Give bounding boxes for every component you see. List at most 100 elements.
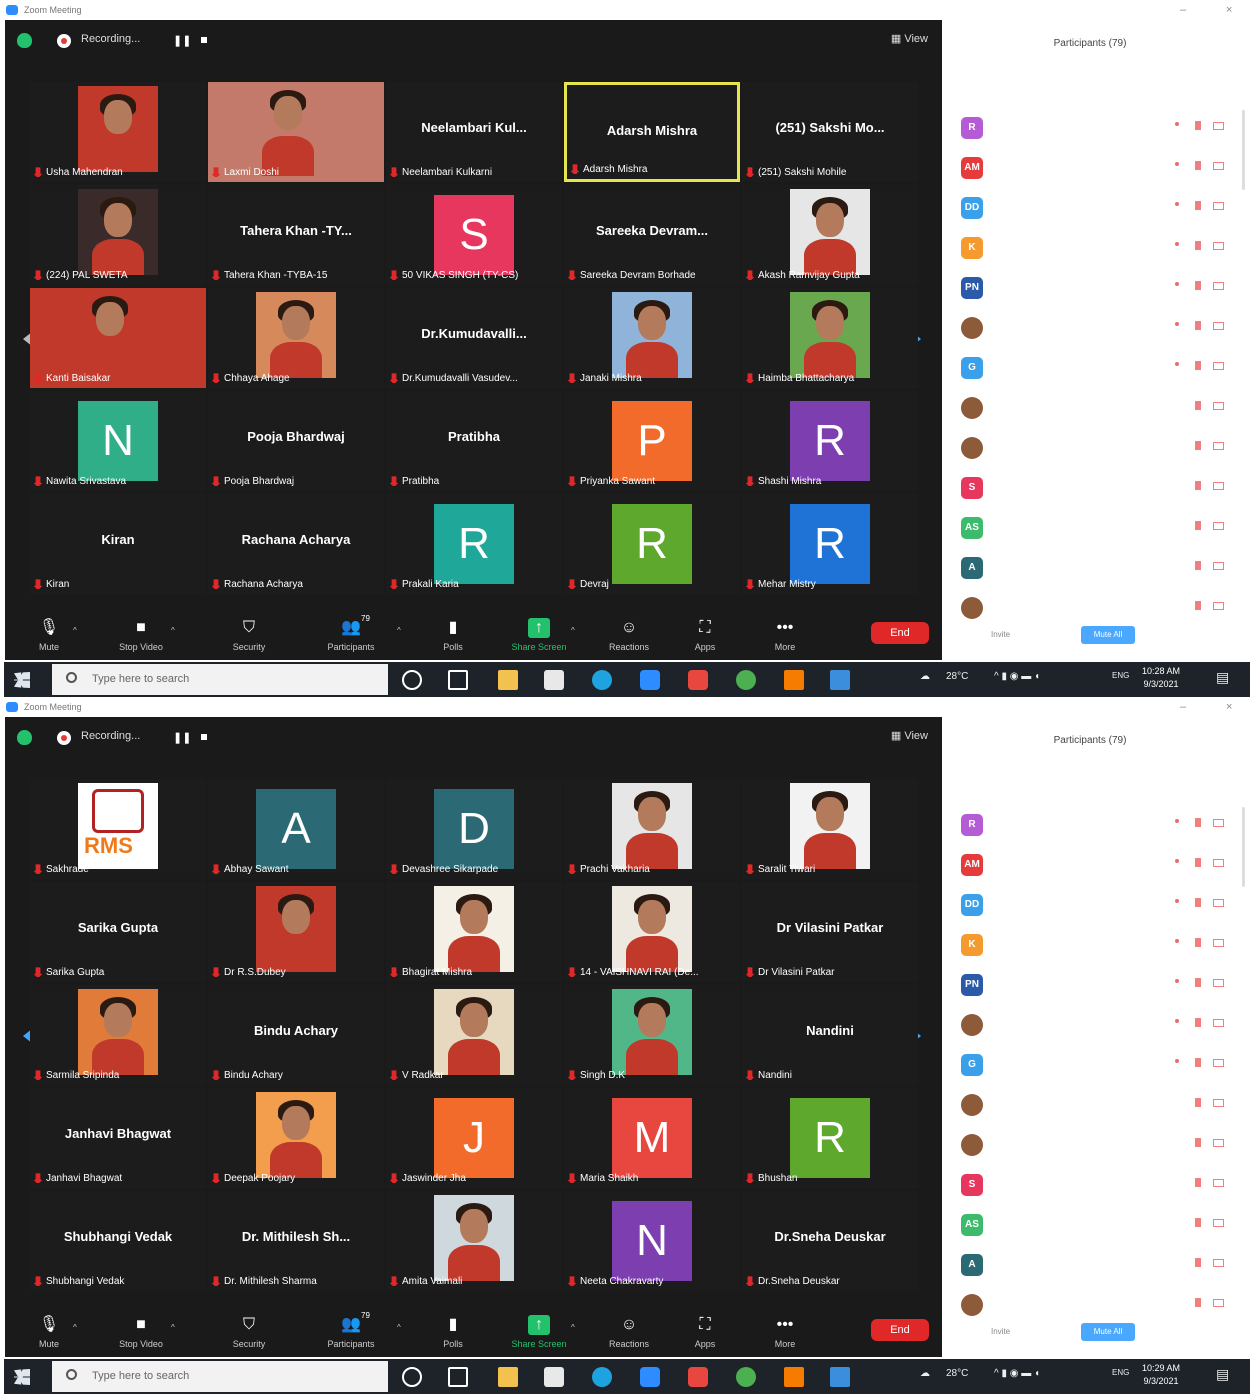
video-off-icon[interactable] — [1213, 979, 1224, 987]
participant-video-tile[interactable]: Bhagirat Mishra — [386, 882, 562, 982]
participant-video-tile[interactable]: J Jaswinder Jha — [386, 1088, 562, 1188]
participant-video-tile[interactable]: Sarmila Sripinda — [30, 985, 206, 1085]
participant-video-tile[interactable]: R Shashi Mishra — [742, 391, 918, 491]
encryption-shield-icon[interactable] — [17, 33, 32, 48]
participant-video-tile[interactable]: R Mehar Mistry — [742, 494, 918, 594]
participant-list-item[interactable] — [945, 1010, 1245, 1050]
system-tray-icons[interactable]: ^ ▮ ◉ ▬ ◖ — [994, 671, 1040, 682]
task-view-icon[interactable] — [448, 1367, 468, 1387]
participant-video-tile[interactable]: Janaki Mishra — [564, 288, 740, 388]
more-button[interactable]: ••• More — [749, 612, 821, 658]
encryption-shield-icon[interactable] — [17, 730, 32, 745]
participant-video-tile[interactable]: Pooja Bhardwaj Pooja Bhardwaj — [208, 391, 384, 491]
participant-video-tile[interactable]: (224) PAL SWETA — [30, 185, 206, 285]
stop-video-button[interactable]: ■ Stop Video — [105, 612, 177, 658]
participant-list-item[interactable]: R — [945, 113, 1245, 153]
video-off-icon[interactable] — [1213, 282, 1224, 290]
windows-start-icon[interactable] — [14, 1369, 30, 1385]
participant-video-tile[interactable]: P Priyanka Sawant — [564, 391, 740, 491]
video-off-icon[interactable] — [1213, 162, 1224, 170]
more-button[interactable]: ••• More — [749, 1309, 821, 1355]
minimize-icon[interactable]: – — [1180, 0, 1186, 20]
reactions-button[interactable]: ☺ Reactions — [593, 1309, 665, 1355]
participant-list-item[interactable]: PN — [945, 273, 1245, 313]
participant-video-tile[interactable]: Nandini Nandini — [742, 985, 918, 1085]
stop-recording-icon[interactable] — [201, 37, 207, 43]
participant-video-tile[interactable]: Laxmi Doshi — [208, 82, 384, 182]
paint-icon[interactable] — [830, 670, 850, 690]
participant-video-tile[interactable]: R Devraj — [564, 494, 740, 594]
invite-button[interactable]: Invite — [991, 630, 1010, 639]
participant-list-item[interactable]: AM — [945, 153, 1245, 193]
system-tray-icons[interactable]: ^ ▮ ◉ ▬ ◖ — [994, 1368, 1040, 1379]
participant-video-tile[interactable]: Chhaya Ahage — [208, 288, 384, 388]
participant-video-tile[interactable]: 14 - VAISHNAVI RAI (De... — [564, 882, 740, 982]
participant-video-tile[interactable]: RMS Sakhrade — [30, 779, 206, 879]
participant-video-tile[interactable]: Usha Mahendran — [30, 82, 206, 182]
muted-mic-icon[interactable] — [1195, 1178, 1201, 1187]
video-options-caret-icon[interactable]: ^ — [171, 1323, 175, 1332]
participant-video-tile[interactable]: Tahera Khan -TY... Tahera Khan -TYBA-15 — [208, 185, 384, 285]
cortana-icon[interactable] — [402, 1367, 422, 1387]
video-off-icon[interactable] — [1213, 899, 1224, 907]
participant-video-tile[interactable]: Kanti Baisakar — [30, 288, 206, 388]
close-icon[interactable]: × — [1226, 697, 1232, 717]
participant-list-item[interactable] — [945, 433, 1245, 473]
paint-icon[interactable] — [830, 1367, 850, 1387]
video-off-icon[interactable] — [1213, 1019, 1224, 1027]
weather-cloud-icon[interactable]: ☁ — [920, 671, 930, 682]
file-explorer-icon[interactable] — [498, 1367, 518, 1387]
participant-video-tile[interactable]: R Prakali Karia — [386, 494, 562, 594]
view-button[interactable]: ▦ View — [891, 729, 928, 742]
participants-options-caret-icon[interactable]: ^ — [397, 1323, 401, 1332]
participant-video-tile[interactable]: Bindu Achary Bindu Achary — [208, 985, 384, 1085]
participant-list-item[interactable] — [945, 1090, 1245, 1130]
video-off-icon[interactable] — [1213, 362, 1224, 370]
minimize-icon[interactable]: – — [1180, 697, 1186, 717]
stop-video-button[interactable]: ■ Stop Video — [105, 1309, 177, 1355]
video-off-icon[interactable] — [1213, 939, 1224, 947]
participant-video-tile[interactable]: Shubhangi Vedak Shubhangi Vedak — [30, 1191, 206, 1291]
muted-mic-icon[interactable] — [1195, 858, 1201, 867]
system-clock[interactable]: 10:29 AM 9/3/2021 — [1142, 1362, 1180, 1388]
participant-video-tile[interactable]: D Devashree Sikarpade — [386, 779, 562, 879]
participant-video-tile[interactable]: N Neeta Chakravarty — [564, 1191, 740, 1291]
participant-video-tile[interactable]: Dr R.S.Dubey — [208, 882, 384, 982]
participant-list-item[interactable] — [945, 1130, 1245, 1170]
muted-mic-icon[interactable] — [1195, 1298, 1201, 1307]
participant-video-tile[interactable]: Janhavi Bhagwat Janhavi Bhagwat — [30, 1088, 206, 1188]
muted-mic-icon[interactable] — [1195, 201, 1201, 210]
participant-video-tile[interactable]: V Radkar — [386, 985, 562, 1085]
vlc-icon[interactable] — [784, 1367, 804, 1387]
video-off-icon[interactable] — [1213, 522, 1224, 530]
video-off-icon[interactable] — [1213, 202, 1224, 210]
video-off-icon[interactable] — [1213, 1219, 1224, 1227]
muted-mic-icon[interactable] — [1195, 481, 1201, 490]
mute-all-button[interactable]: Mute All — [1081, 626, 1135, 644]
participant-video-tile[interactable]: Prachi Vakharia — [564, 779, 740, 879]
participants-search-input[interactable] — [975, 84, 1095, 96]
video-off-icon[interactable] — [1213, 562, 1224, 570]
security-button[interactable]: ⛉ Security — [213, 612, 285, 658]
participant-list-item[interactable] — [945, 393, 1245, 433]
muted-mic-icon[interactable] — [1195, 161, 1201, 170]
muted-mic-icon[interactable] — [1195, 321, 1201, 330]
cortana-icon[interactable] — [402, 670, 422, 690]
weather-cloud-icon[interactable]: ☁ — [920, 1368, 930, 1379]
close-icon[interactable]: × — [1226, 0, 1232, 20]
video-off-icon[interactable] — [1213, 1099, 1224, 1107]
video-off-icon[interactable] — [1213, 1179, 1224, 1187]
pause-recording-icon[interactable]: ❚❚ — [173, 34, 191, 47]
video-off-icon[interactable] — [1213, 242, 1224, 250]
video-off-icon[interactable] — [1213, 859, 1224, 867]
participant-video-tile[interactable]: Dr. Mithilesh Sh... Dr. Mithilesh Sharma — [208, 1191, 384, 1291]
view-button[interactable]: ▦ View — [891, 32, 928, 45]
participant-video-tile[interactable]: S 50 VIKAS SINGH (TY-CS) — [386, 185, 562, 285]
participant-list-item[interactable]: AM — [945, 850, 1245, 890]
pause-recording-icon[interactable]: ❚❚ — [173, 731, 191, 744]
participant-video-tile[interactable]: Sareeka Devram... Sareeka Devram Borhade — [564, 185, 740, 285]
participant-video-tile[interactable]: Neelambari Kul... Neelambari Kulkarni — [386, 82, 562, 182]
participant-list-item[interactable]: K — [945, 930, 1245, 970]
participant-list-item[interactable]: K — [945, 233, 1245, 273]
polls-button[interactable]: ▮ Polls — [417, 1309, 489, 1355]
